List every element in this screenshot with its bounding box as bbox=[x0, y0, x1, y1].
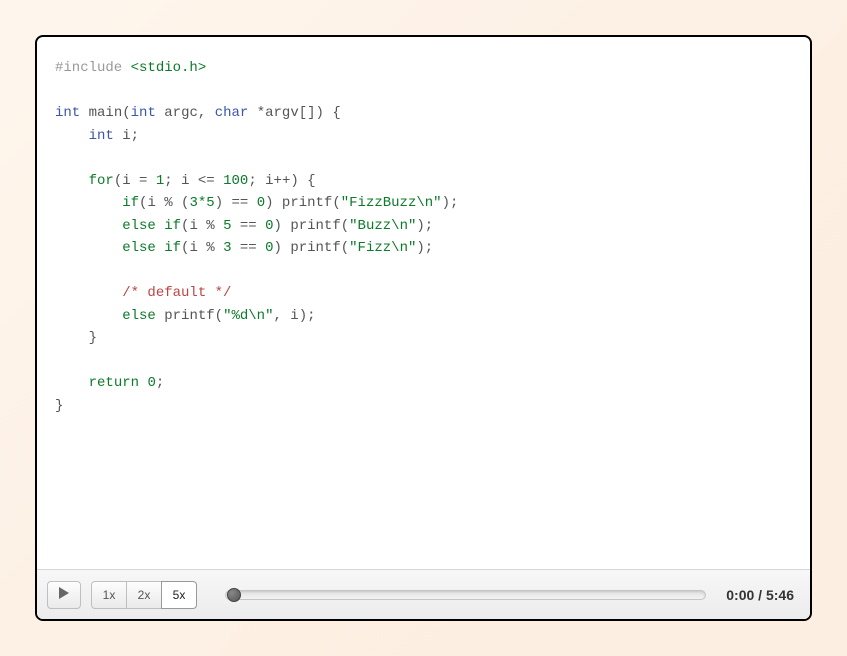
kw-char: char bbox=[215, 105, 249, 121]
include-header: <stdio.h> bbox=[131, 60, 207, 76]
kw-if: if bbox=[164, 218, 181, 234]
code-display: #include <stdio.h> int main(int argc, ch… bbox=[37, 37, 810, 569]
time-sep: / bbox=[754, 587, 766, 603]
speed-5x-button[interactable]: 5x bbox=[161, 581, 197, 609]
speed-selector: 1x 2x 5x bbox=[91, 581, 197, 609]
time-current: 0:00 bbox=[726, 587, 754, 603]
kw-int: int bbox=[89, 128, 114, 144]
fn-main: main bbox=[89, 105, 123, 121]
player-controls: 1x 2x 5x 0:00 / 5:46 bbox=[37, 569, 810, 619]
kw-else: else bbox=[122, 240, 156, 256]
play-icon bbox=[59, 587, 69, 602]
str-fmt: "%d\n" bbox=[223, 308, 273, 324]
playback-player: #include <stdio.h> int main(int argc, ch… bbox=[35, 35, 812, 621]
str-fizzbuzz: "FizzBuzz\n" bbox=[341, 195, 442, 211]
seek-thumb[interactable] bbox=[227, 588, 241, 602]
play-button[interactable] bbox=[47, 581, 81, 609]
kw-else: else bbox=[122, 308, 156, 324]
speed-1x-button[interactable]: 1x bbox=[91, 581, 127, 609]
time-total: 5:46 bbox=[766, 587, 794, 603]
str-buzz: "Buzz\n" bbox=[349, 218, 416, 234]
kw-if: if bbox=[164, 240, 181, 256]
speed-2x-button[interactable]: 2x bbox=[126, 581, 162, 609]
kw-if: if bbox=[122, 195, 139, 211]
kw-for: for bbox=[89, 173, 114, 189]
kw-return: return bbox=[89, 375, 139, 391]
kw-int: int bbox=[131, 105, 156, 121]
time-display: 0:00 / 5:46 bbox=[726, 587, 794, 603]
preproc-directive: #include bbox=[55, 60, 122, 76]
str-fizz: "Fizz\n" bbox=[349, 240, 416, 256]
comment-default: /* default */ bbox=[122, 285, 231, 301]
kw-else: else bbox=[122, 218, 156, 234]
kw-int: int bbox=[55, 105, 80, 121]
seek-slider[interactable] bbox=[225, 590, 706, 600]
